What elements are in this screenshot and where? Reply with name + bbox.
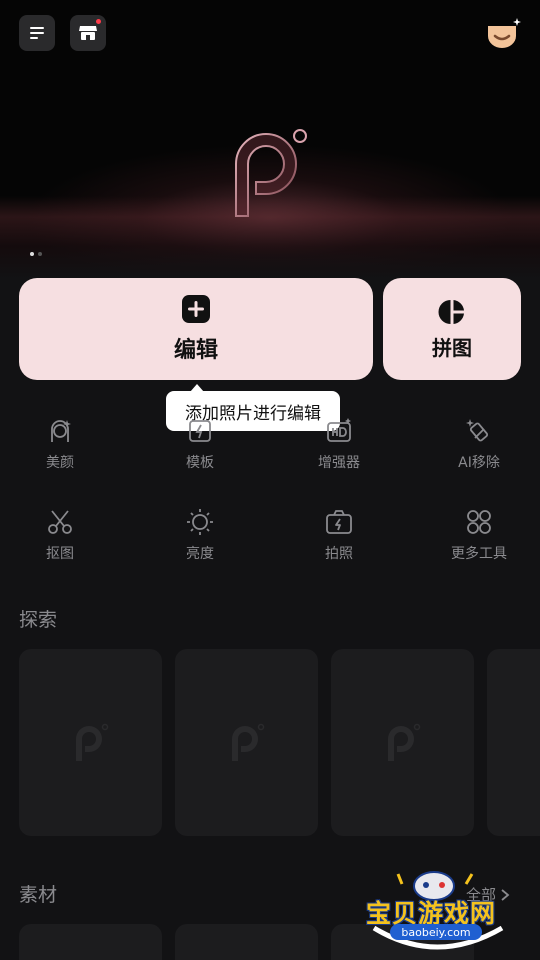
material-card[interactable] (175, 924, 318, 960)
tool-camera[interactable]: 拍照 (289, 507, 389, 563)
tool-more[interactable]: 更多工具 (429, 507, 529, 563)
face-icon (51, 420, 71, 442)
hero-dot (38, 252, 42, 256)
watermark: 宝贝游戏网 baobeiy.com (362, 866, 512, 956)
materials-title: 素材 (19, 884, 58, 906)
hero-pagination (30, 252, 42, 256)
template-icon (189, 420, 211, 442)
hero-dot-active (30, 252, 34, 256)
explore-card[interactable] (19, 649, 162, 836)
edit-button[interactable]: 编辑 (19, 278, 373, 380)
placeholder-logo-icon (387, 723, 420, 761)
tool-brightness[interactable]: 亮度 (150, 507, 250, 563)
tool-cutout[interactable]: 抠图 (10, 507, 110, 563)
watermark-url: baobeiy.com (390, 924, 482, 940)
collage-icon (438, 299, 464, 324)
plus-square-icon (182, 295, 210, 323)
grid-icon (467, 510, 491, 534)
placeholder-logo-icon (75, 723, 108, 761)
tool-label: 更多工具 (451, 546, 507, 562)
explore-card[interactable] (331, 649, 474, 836)
collage-button[interactable]: 拼图 (383, 278, 521, 380)
tool-label: AI移除 (458, 455, 500, 471)
explore-card[interactable] (487, 649, 540, 836)
vip-heart-icon (488, 18, 521, 48)
placeholder-logo-icon (231, 723, 264, 761)
tool-label: 抠图 (46, 546, 74, 562)
tool-enhancer[interactable]: 增强器 (289, 416, 389, 472)
vip-button[interactable] (486, 16, 522, 56)
notification-dot (96, 19, 101, 24)
store-button[interactable] (70, 15, 106, 51)
menu-button[interactable] (19, 15, 55, 51)
tool-template[interactable]: 模板 (150, 416, 250, 472)
brightness-icon (187, 509, 213, 535)
tool-label: 亮度 (186, 546, 214, 562)
edit-label: 编辑 (173, 338, 218, 363)
menu-lines-icon (30, 27, 44, 39)
collage-label: 拼图 (432, 335, 472, 360)
tool-label: 美颜 (46, 455, 74, 471)
eraser-icon (466, 419, 489, 442)
explore-title: 探索 (19, 609, 58, 631)
scissors-icon (48, 510, 72, 534)
hd-enhance-icon (327, 418, 351, 442)
tool-label: 模板 (186, 455, 214, 471)
app-logo-icon (235, 129, 307, 217)
camera-icon (326, 510, 352, 534)
material-card[interactable] (19, 924, 162, 960)
tool-beauty[interactable]: 美颜 (10, 416, 110, 472)
explore-card[interactable] (175, 649, 318, 836)
tool-label: 增强器 (318, 455, 360, 471)
tool-ai-remove[interactable]: AI移除 (429, 416, 529, 472)
tool-label: 拍照 (325, 546, 353, 562)
store-icon (79, 26, 97, 40)
